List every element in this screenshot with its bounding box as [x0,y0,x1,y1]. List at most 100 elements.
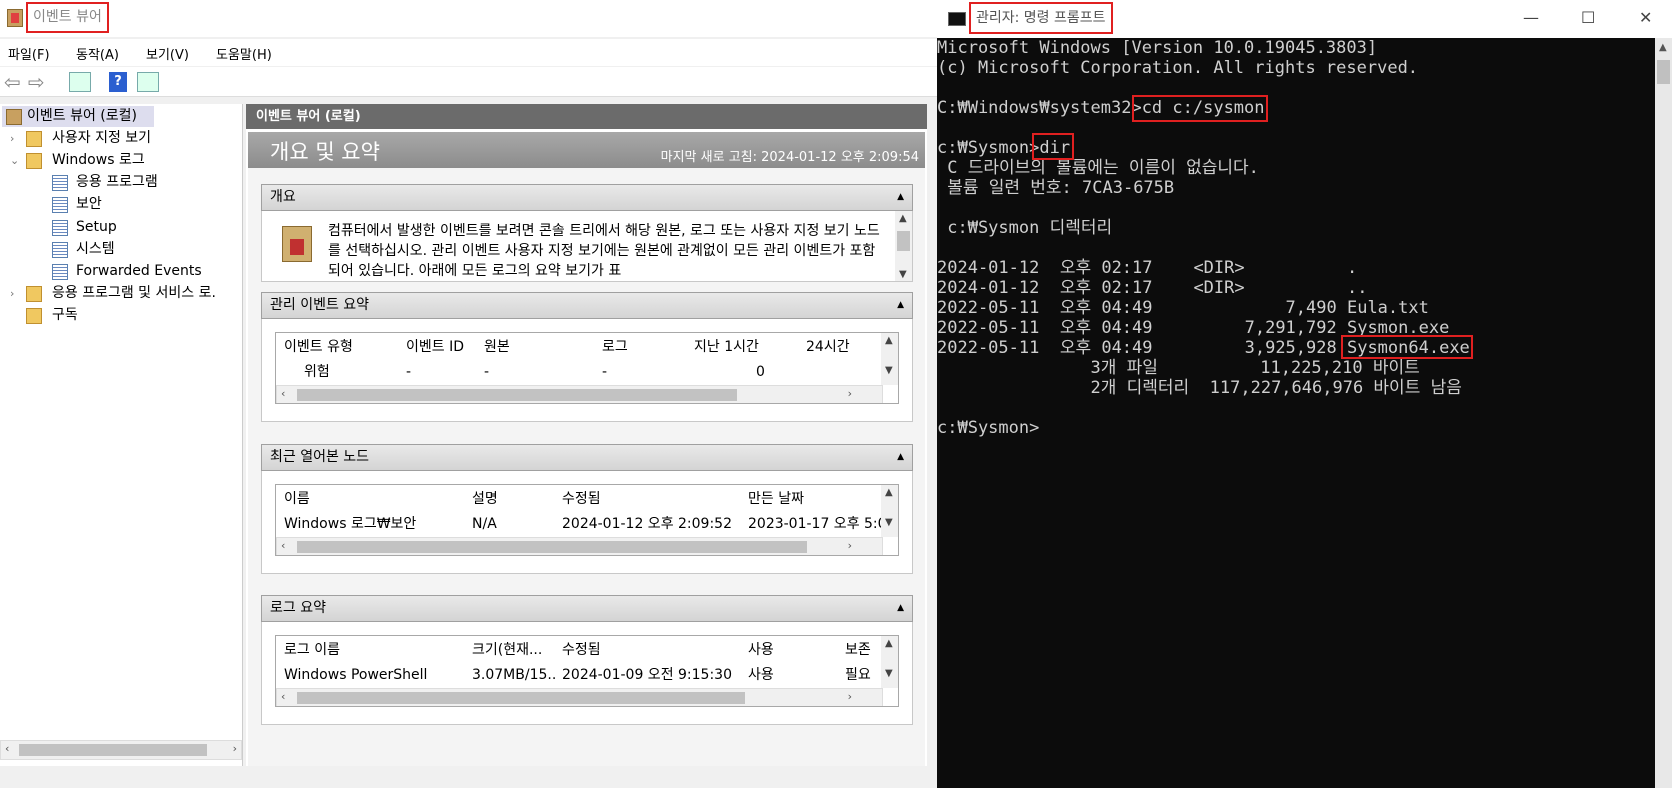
scroll-thumb[interactable] [297,692,745,704]
maximize-icon[interactable]: ☐ [1581,8,1595,27]
section-header[interactable]: 로그 요약 ▲ [261,595,913,622]
column-header[interactable]: 설명 [472,487,552,511]
scroll-right-icon[interactable]: › [848,539,852,552]
scroll-down-icon[interactable]: ▼ [885,365,893,376]
menu-help[interactable]: 도움말(H) [216,44,272,63]
tree-item-forwarded-events[interactable]: Forwarded Events [52,261,232,282]
main-body: 개요 ▲ 컴퓨터에서 발생한 이벤트를 보려면 콘솔 트리에서 해당 원본, 로그… [248,168,925,766]
table-hscrollbar[interactable]: ‹ › [276,385,883,403]
scroll-right-icon[interactable]: › [848,690,852,703]
scroll-left-icon[interactable]: ‹ [281,690,285,703]
event-viewer-icon [6,109,22,125]
column-header[interactable]: 크기(현재... [472,638,557,662]
column-header[interactable]: 보존 [845,638,881,662]
section-header[interactable]: 관리 이벤트 요약 ▲ [261,292,913,319]
section-body: 이름 설명 수정됨 만든 날짜 Windows 로그₩보안 N/A 2024-0… [261,471,913,574]
terminal-line: (c) Microsoft Corporation. All rights re… [937,58,1419,78]
section-recent-nodes: 최근 열어본 노드 ▲ 이름 설명 수정됨 만든 날짜 Windows 로그₩보안… [261,444,913,574]
column-header[interactable]: 이벤트 ID [406,335,476,359]
collapse-icon[interactable]: ▲ [897,185,904,210]
table-cell: - [602,364,608,380]
table-vscrollbar[interactable]: ▲ ▼ [881,333,898,385]
scroll-right-icon[interactable]: › [233,742,237,755]
scroll-left-icon[interactable]: ‹ [5,742,9,755]
event-viewer-window: 이벤트 뷰어 파일(F) 동작(A) 보기(V) 도움말(H) ⇦ ⇨ ? 이벤… [0,0,937,788]
chevron-right-icon[interactable]: › [10,283,22,304]
show-hide-action-pane-icon[interactable] [137,72,159,92]
scroll-down-icon[interactable]: ▼ [899,269,907,280]
table-row[interactable]: Windows 로그₩보안 N/A 2024-01-12 오후 2:09:52 … [276,512,898,536]
column-header[interactable]: 수정됨 [562,638,742,662]
scroll-up-icon[interactable]: ▲ [885,487,893,498]
column-header[interactable]: 이름 [284,487,454,511]
tree-item-security[interactable]: 보안 [52,194,232,215]
table-hscrollbar[interactable]: ‹ › [276,688,883,706]
scroll-right-icon[interactable]: › [848,387,852,400]
scroll-thumb[interactable] [19,744,207,756]
scroll-down-icon[interactable]: ▼ [885,517,893,528]
minimize-icon[interactable]: — [1523,8,1539,27]
chevron-right-icon[interactable]: › [10,128,22,149]
tree-item-windows-logs[interactable]: ⌄ Windows 로그 [10,150,240,171]
cmd-vscrollbar[interactable]: ▲ [1655,38,1672,788]
column-header[interactable]: 지난 1시간 [694,335,774,359]
section-header[interactable]: 개요 ▲ [261,184,913,211]
scroll-up-icon[interactable]: ▲ [1659,42,1667,53]
collapse-icon[interactable]: ▲ [897,445,904,470]
scroll-up-icon[interactable]: ▲ [885,638,893,649]
back-arrow-icon[interactable]: ⇦ [4,72,26,92]
cmd-icon [948,12,966,26]
column-header[interactable]: 로그 이름 [284,638,454,662]
tree-item-root[interactable]: 이벤트 뷰어 (로컬) [2,106,154,127]
table-row[interactable]: Windows PowerShell 3.07MB/15... 2024-01-… [276,663,898,687]
overview-vscrollbar[interactable]: ▲ ▼ [895,211,912,281]
scroll-left-icon[interactable]: ‹ [281,387,285,400]
column-header[interactable]: 로그 [602,335,682,359]
scroll-thumb[interactable] [297,389,737,401]
column-header[interactable]: 사용 [748,638,808,662]
tree-item-application[interactable]: 응용 프로그램 [52,172,232,193]
tree-hscrollbar[interactable]: ‹ › [0,740,242,760]
scroll-left-icon[interactable]: ‹ [281,539,285,552]
section-body: 이벤트 유형 이벤트 ID 원본 로그 지난 1시간 24시간 위험 - - - [261,319,913,422]
table-hscrollbar[interactable]: ‹ › [276,537,883,555]
column-header[interactable]: 원본 [484,335,594,359]
table-vscrollbar[interactable]: ▲ ▼ [881,636,898,688]
forward-arrow-icon[interactable]: ⇨ [28,72,50,92]
table-vscrollbar[interactable]: ▲ ▼ [881,485,898,537]
column-header[interactable]: 24시간 [806,335,871,359]
tree-item-system[interactable]: 시스템 [52,239,232,260]
section-header[interactable]: 최근 열어본 노드 ▲ [261,444,913,471]
column-header[interactable]: 수정됨 [562,487,742,511]
tree-item-subscriptions[interactable]: 구독 [10,305,240,326]
help-icon[interactable]: ? [109,72,127,92]
collapse-icon[interactable]: ▲ [897,596,904,621]
terminal-line: c:₩Sysmon> [937,418,1040,438]
table-row[interactable]: 위험 - - - 0 [276,360,898,384]
tree-item-setup[interactable]: Setup [52,217,232,238]
folder-icon [26,153,42,169]
scroll-up-icon[interactable]: ▲ [885,335,893,346]
column-header[interactable]: 이벤트 유형 [284,335,399,359]
table-cell: - [406,364,412,380]
folder-icon [26,286,42,302]
show-hide-tree-icon[interactable] [69,72,91,92]
tree-item-apps-services[interactable]: › 응용 프로그램 및 서비스 로. [10,283,242,304]
scroll-thumb[interactable] [297,541,807,553]
scroll-up-icon[interactable]: ▲ [899,213,907,224]
collapse-icon[interactable]: ▲ [897,293,904,318]
terminal-output[interactable]: Microsoft Windows [Version 10.0.19045.38… [937,38,1655,788]
menu-view[interactable]: 보기(V) [146,44,189,63]
section-overview: 개요 ▲ 컴퓨터에서 발생한 이벤트를 보려면 콘솔 트리에서 해당 원본, 로그… [261,184,913,282]
event-viewer-icon [282,226,312,262]
scroll-down-icon[interactable]: ▼ [885,668,893,679]
close-icon[interactable]: ✕ [1639,8,1652,27]
menu-file[interactable]: 파일(F) [8,44,50,63]
column-header[interactable]: 만든 날짜 [748,487,868,511]
table-cell: Windows PowerShell [284,667,428,683]
scroll-thumb[interactable] [897,231,910,251]
chevron-down-icon[interactable]: ⌄ [10,150,22,171]
scroll-thumb[interactable] [1657,60,1670,84]
menu-action[interactable]: 동작(A) [76,44,119,63]
tree-item-custom-views[interactable]: › 사용자 지정 보기 [10,128,240,149]
